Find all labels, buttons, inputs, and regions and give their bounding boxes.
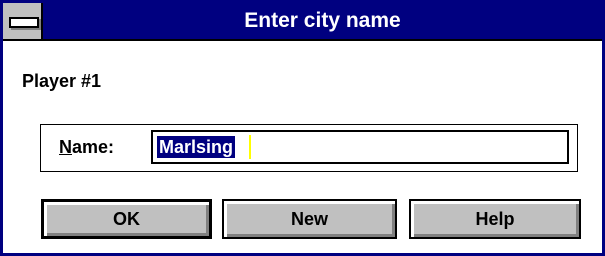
name-label: Name: <box>59 137 114 158</box>
title-bar[interactable]: Enter city name <box>3 3 602 41</box>
system-menu-bar-glyph <box>9 17 39 28</box>
system-menu-icon[interactable] <box>3 3 43 39</box>
name-input[interactable]: Marlsing <box>151 130 569 164</box>
ok-button[interactable]: OK <box>41 199 212 239</box>
window-title: Enter city name <box>244 9 401 32</box>
text-caret <box>249 135 251 159</box>
name-group: Name: Marlsing <box>40 124 578 172</box>
name-label-text: ame: <box>72 137 115 157</box>
help-button[interactable]: Help <box>409 199 581 239</box>
dialog-window: Enter city name Player #1 Name: Marlsing… <box>0 0 605 256</box>
name-input-value: Marlsing <box>157 136 236 158</box>
new-button[interactable]: New <box>222 199 397 239</box>
player-label: Player #1 <box>22 71 102 91</box>
name-label-mnemonic: N <box>59 137 72 157</box>
